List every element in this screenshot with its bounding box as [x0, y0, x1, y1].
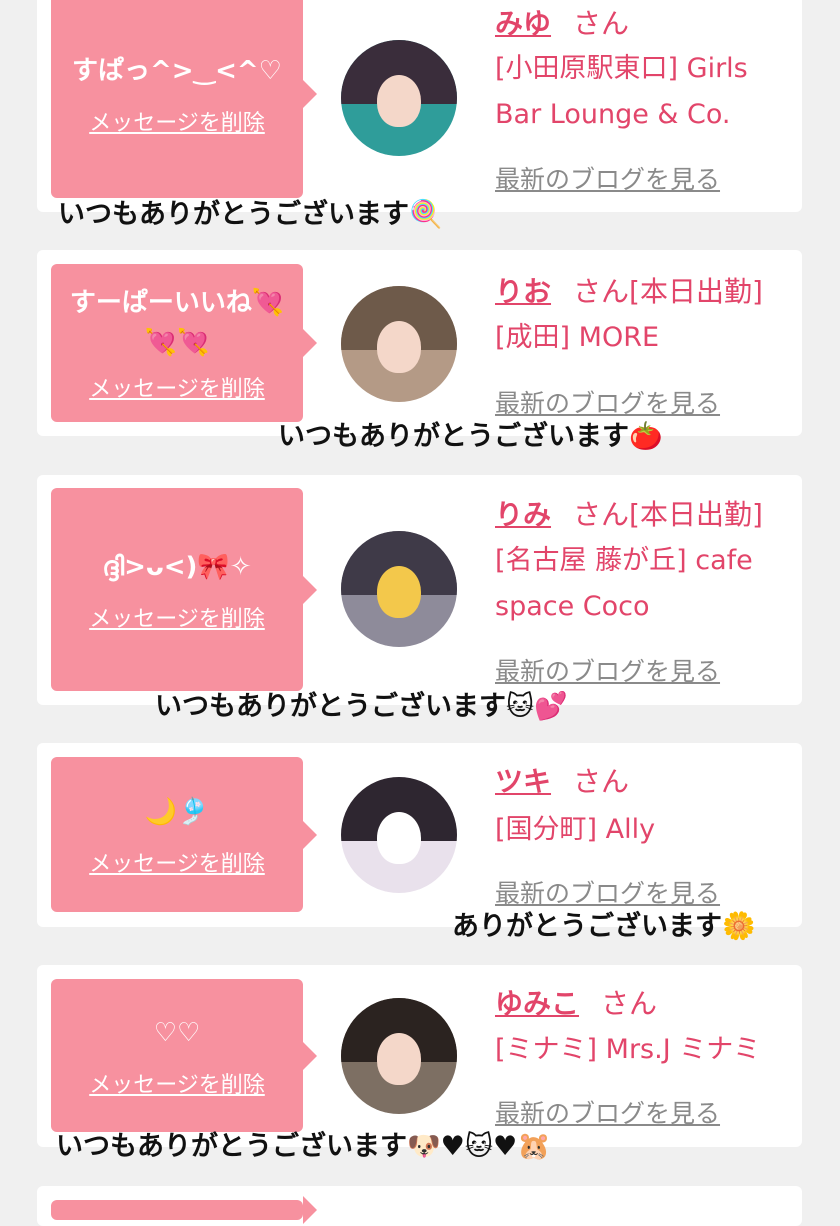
message-text: 🌙🎐	[144, 796, 210, 827]
shop-name: [名古屋 藤が丘] cafe space Coco	[495, 545, 753, 622]
message-bubble: 🌙🎐 メッセージを削除	[51, 757, 303, 912]
message-bubble: すぱっ^>‿<^♡ メッセージを削除	[51, 0, 303, 198]
name-line: みゆ さん	[495, 2, 629, 42]
avatar[interactable]	[341, 286, 457, 402]
cast-name-link[interactable]: みゆ	[495, 7, 551, 40]
shop-name: [国分町] Ally	[495, 814, 656, 845]
avatar[interactable]	[341, 531, 457, 647]
latest-blog-link[interactable]: 最新のブログを見る	[495, 652, 720, 688]
message-text: すーぱーいいね💘💘💘	[69, 288, 285, 358]
avatar[interactable]	[341, 998, 457, 1114]
latest-blog-link[interactable]: 最新のブログを見る	[495, 160, 720, 196]
shop-name: [小田原駅東口] Girls Bar Lounge & Co.	[495, 53, 748, 130]
reply-text: いつもありがとうございます🍭	[58, 199, 443, 230]
cast-name-link[interactable]: ツキ	[495, 765, 551, 798]
message-bubble: ദ്ദി>ᴗ<)🎀✧ メッセージを削除	[51, 488, 303, 691]
honorific: さん	[573, 7, 630, 40]
delete-message-link[interactable]: メッセージを削除	[89, 601, 265, 633]
honorific: さん	[573, 498, 630, 531]
avatar[interactable]	[341, 777, 457, 893]
avatar[interactable]	[341, 40, 457, 156]
reply-text: いつもありがとうございます🐱💕	[155, 691, 568, 722]
message-bubble: ♡♡ メッセージを削除	[51, 979, 303, 1132]
reply-text: ありがとうございます🌼	[452, 911, 756, 942]
message-bubble: すーぱーいいね💘💘💘 メッセージを削除	[51, 264, 303, 422]
cast-name-link[interactable]: りお	[495, 275, 551, 308]
message-text: ദ്ദി>ᴗ<)🎀✧	[102, 551, 252, 582]
message-text: ♡♡	[153, 1017, 201, 1048]
name-line: ゆみこ さん	[495, 982, 657, 1022]
cast-name-link[interactable]: ゆみこ	[495, 987, 579, 1020]
status-badge: [本日出勤]	[629, 275, 763, 308]
name-line: りお さん[本日出勤]	[495, 270, 763, 310]
delete-message-link[interactable]: メッセージを削除	[89, 846, 265, 878]
shop-name: [成田] MORE	[495, 322, 660, 353]
reply-text: いつもありがとうございます🍅	[278, 421, 663, 452]
shop-name: [ミナミ] Mrs.J ミナミ	[495, 1034, 761, 1065]
honorific: さん	[601, 987, 658, 1020]
delete-message-link[interactable]: メッセージを削除	[89, 105, 265, 137]
name-line: ツキ さん	[495, 760, 629, 800]
delete-message-link[interactable]: メッセージを削除	[89, 1067, 265, 1099]
message-text: すぱっ^>‿<^♡	[72, 56, 282, 86]
name-line: りみ さん[本日出勤]	[495, 493, 763, 533]
message-bubble	[51, 1200, 303, 1220]
honorific: さん	[573, 765, 630, 798]
cast-name-link[interactable]: りみ	[495, 498, 551, 531]
status-badge: [本日出勤]	[629, 498, 763, 531]
reply-text: いつもありがとうございます🐶♥🐱♥🐹	[56, 1131, 551, 1162]
delete-message-link[interactable]: メッセージを削除	[89, 371, 265, 403]
honorific: さん	[573, 275, 630, 308]
